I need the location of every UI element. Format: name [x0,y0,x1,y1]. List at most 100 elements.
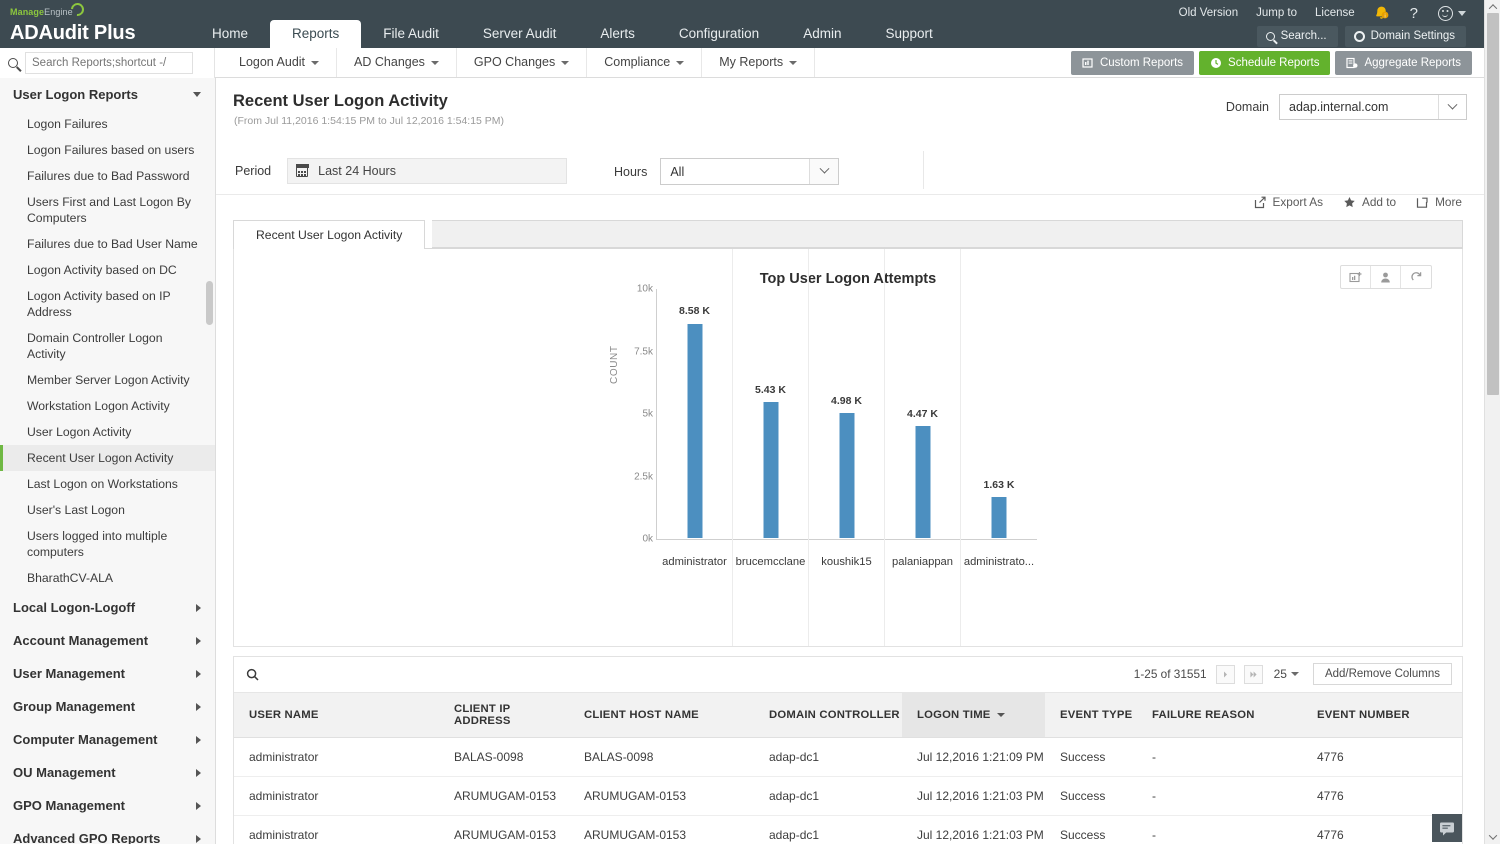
y-tick-0: 0k [642,534,653,545]
sidebar-item-logon-activity-based-on-dc[interactable]: Logon Activity based on DC [0,257,215,283]
table-row[interactable]: administrator ARUMUGAM-0153 ARUMUGAM-015… [234,777,1462,816]
menu-compliance[interactable]: Compliance [587,48,702,77]
reports-sidebar[interactable]: User Logon Reports Logon Failures Logon … [0,78,216,844]
nav-item-configuration[interactable]: Configuration [657,20,781,48]
more-button[interactable]: More [1416,195,1462,209]
cell-failure-reason: - [1137,816,1302,844]
nav-item-server-audit[interactable]: Server Audit [461,20,579,48]
period-input[interactable]: Last 24 Hours [287,158,567,184]
nav-item-admin[interactable]: Admin [781,20,863,48]
nav-item-file-audit[interactable]: File Audit [361,20,461,48]
nav-item-reports[interactable]: Reports [270,20,361,48]
help-icon[interactable]: ? [1399,5,1429,22]
bar-palaniappan[interactable] [915,426,930,538]
sidebar-item-users-logged-into-multiple-computers[interactable]: Users logged into multiple computers [0,523,215,565]
sidebar-group-user-management[interactable]: User Management [0,657,215,690]
sidebar-item-user-logon-activity[interactable]: User Logon Activity [0,419,215,445]
search-input[interactable] [25,52,193,74]
sidebar-item-users-first-and-last-logon-by-computers[interactable]: Users First and Last Logon By Computers [0,189,215,231]
sidebar-group-local-logon-logoff[interactable]: Local Logon-Logoff [0,591,215,624]
table-row[interactable]: administrator BALAS-0098 BALAS-0098 adap… [234,738,1462,777]
sidebar-group-account-management[interactable]: Account Management [0,624,215,657]
reports-search-box[interactable] [0,48,215,78]
account-menu[interactable] [1429,6,1466,21]
nav-item-support[interactable]: Support [863,20,954,48]
sidebar-item-last-logon-on-workstations[interactable]: Last Logon on Workstations [0,471,215,497]
scroll-up-button[interactable] [1485,0,1500,14]
tab-recent-user-logon-activity[interactable]: Recent User Logon Activity [233,220,425,250]
bar-category-label: administrator [662,556,727,568]
schedule-reports-button[interactable]: Schedule Reports [1199,51,1330,75]
bar-group-palaniappan[interactable]: 4.47 K palaniappan [885,249,961,646]
page-scrollbar-thumb[interactable] [1487,13,1499,395]
column-header-logon-time[interactable]: LOGON TIME [902,693,1045,738]
sidebar-item-member-server-logon-activity[interactable]: Member Server Logon Activity [0,367,215,393]
custom-reports-button[interactable]: Custom Reports [1071,51,1194,75]
domain-dropdown[interactable]: adap.internal.com [1279,94,1467,120]
sidebar-item-failures-due-to-bad-password[interactable]: Failures due to Bad Password [0,163,215,189]
sidebar-item-logon-failures[interactable]: Logon Failures [0,111,215,137]
column-header-client-ip-address[interactable]: CLIENT IP ADDRESS [439,693,569,738]
period-filter: Period Last 24 Hours [235,158,567,184]
sidebar-item-domain-controller-logon-activity[interactable]: Domain Controller Logon Activity [0,325,215,367]
bell-icon[interactable]: i [1373,5,1390,22]
sidebar-group-ou-management[interactable]: OU Management [0,756,215,789]
add-to-button[interactable]: Add to [1343,195,1396,209]
sidebar-group-user-logon-reports[interactable]: User Logon Reports [0,78,215,111]
aggregate-reports-button[interactable]: Aggregate Reports [1335,51,1472,75]
bar-category-label: administrato... [964,556,1034,568]
hours-label: Hours [614,165,647,179]
page-scrollbar[interactable] [1484,0,1500,844]
sidebar-item-workstation-logon-activity[interactable]: Workstation Logon Activity [0,393,215,419]
last-page-button[interactable] [1244,665,1263,684]
menu-logon-audit[interactable]: Logon Audit [222,48,337,77]
license-link[interactable]: License [1306,4,1364,22]
jump-to-link[interactable]: Jump to [1247,4,1306,22]
sidebar-group-group-management[interactable]: Group Management [0,690,215,723]
add-remove-columns-button[interactable]: Add/Remove Columns [1313,663,1452,685]
column-header-failure-reason[interactable]: FAILURE REASON [1137,693,1302,738]
column-header-user-name[interactable]: USER NAME [234,693,439,738]
chat-support-button[interactable] [1432,814,1462,842]
sidebar-group-advanced-gpo-reports[interactable]: Advanced GPO Reports [0,822,215,844]
bar-brucemcclane[interactable] [763,402,778,538]
bar-group-koushik15[interactable]: 4.98 K koushik15 [809,249,885,646]
nav-item-home[interactable]: Home [190,20,270,48]
column-header-event-type[interactable]: EVENT TYPE [1045,693,1137,738]
table-search-button[interactable] [246,668,259,686]
sidebar-group-gpo-management[interactable]: GPO Management [0,789,215,822]
sidebar-item-logon-activity-based-on-ip-address[interactable]: Logon Activity based on IP Address [0,283,215,325]
bar-group-brucemcclane[interactable]: 5.43 K brucemcclane [733,249,809,646]
menu-gpo-changes[interactable]: GPO Changes [457,48,587,77]
sidebar-item-bharathcv-ala[interactable]: BharathCV-ALA [0,565,215,591]
bar-group-administrator[interactable]: 8.58 K administrator [657,249,733,646]
menu-my-reports[interactable]: My Reports [702,48,815,77]
search-button[interactable]: Search... [1257,26,1338,47]
menu-ad-changes[interactable]: AD Changes [337,48,457,77]
sidebar-scrollbar-thumb[interactable] [206,281,213,325]
column-header-domain-controller[interactable]: DOMAIN CONTROLLER [754,693,902,738]
star-icon [1343,196,1356,209]
table-row[interactable]: administrator ARUMUGAM-0153 ARUMUGAM-015… [234,816,1462,844]
page-size-dropdown[interactable]: 25 [1274,667,1299,681]
bar-administrator[interactable] [687,324,702,538]
bar-administrato[interactable] [992,497,1007,538]
column-header-event-number[interactable]: EVENT NUMBER [1302,693,1462,738]
sidebar-group-computer-management[interactable]: Computer Management [0,723,215,756]
nav-item-alerts[interactable]: Alerts [578,20,657,48]
sidebar-item-failures-due-to-bad-user-name[interactable]: Failures due to Bad User Name [0,231,215,257]
sidebar-item-users-last-logon[interactable]: User's Last Logon [0,497,215,523]
hours-dropdown[interactable]: All [660,158,839,185]
domain-settings-button[interactable]: Domain Settings [1345,26,1466,47]
next-page-button[interactable] [1216,665,1235,684]
scroll-down-button[interactable] [1485,830,1500,844]
sidebar-item-logon-failures-based-on-users[interactable]: Logon Failures based on users [0,137,215,163]
bar-value-label: 5.43 K [755,384,786,396]
chevron-down-icon [431,61,439,65]
bar-group-administrato[interactable]: 1.63 K administrato... [961,249,1037,646]
sidebar-item-recent-user-logon-activity[interactable]: Recent User Logon Activity [0,445,215,471]
column-header-client-host-name[interactable]: CLIENT HOST NAME [569,693,754,738]
export-as-button[interactable]: Export As [1254,195,1324,209]
bar-koushik15[interactable] [839,413,854,538]
old-version-link[interactable]: Old Version [1170,4,1247,22]
